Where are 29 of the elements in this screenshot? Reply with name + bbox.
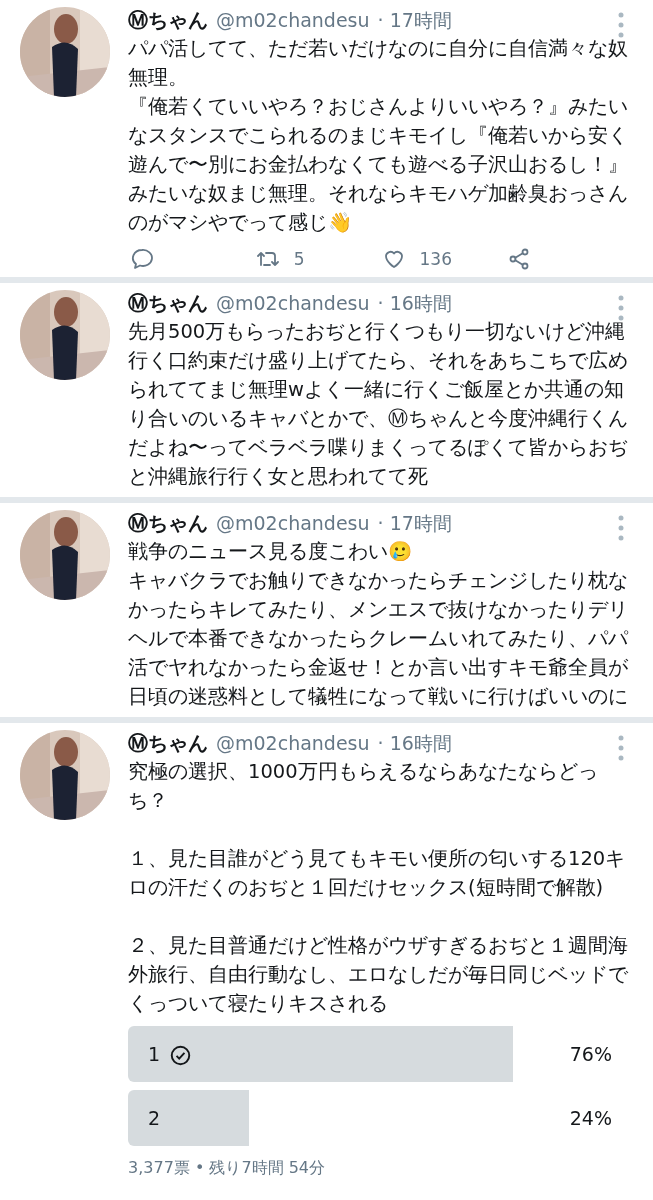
post-time: · 17時間 xyxy=(377,8,452,33)
poll-status: 3,377票 • 残り7時間 54分 xyxy=(128,1158,327,1179)
user-handle: @m02chandesu xyxy=(216,9,370,31)
user-name: Ⓜちゃん xyxy=(128,7,208,34)
tweet-text: １、見た目誰がどう見てもキモい便所の匂いする120キロの汗だくのおぢと１回だけセックス(短時間で解散) xyxy=(128,846,627,901)
retweet-count: 5 xyxy=(293,249,305,269)
tweet-text: 戦争のニュース見る度こわい🥲 xyxy=(128,539,413,565)
user-handle: @m02chandesu xyxy=(216,732,370,754)
like-count: 136 xyxy=(419,249,452,269)
poll-percent: 76% xyxy=(569,1042,612,1067)
user-name: Ⓜちゃん xyxy=(128,510,208,537)
tweet-text: ２、見た目普通だけど性格がウザすぎるおぢと１週間海外旅行、自由行動なし、エロなしだが毎日同じベッドでくっついて寝たりキスされる xyxy=(128,933,628,1017)
tweet-text: 先月500万もらったおぢと行くつもり一切ないけど沖縄行く口約束だけ盛り上げてたら、それをあちこちで広められててまじ無理wよく一緒に行くご飯屋とか共通の知り合いのいるキャバとかで、Ⓜちゃんと今度沖縄行くんだよね〜ってベラベラ喋りまくってるぽくて皆からおぢと沖縄旅行行く女と思われてて死 xyxy=(128,319,628,490)
post-time: · 16時間 xyxy=(377,291,452,316)
tweet-text: パパ活してて、ただ若いだけなのに自分に自信満々な奴無理。 xyxy=(128,36,628,91)
user-name: Ⓜちゃん xyxy=(128,290,208,317)
post-time: · 17時間 xyxy=(377,511,452,536)
poll-option: 1 xyxy=(148,1026,161,1082)
user-handle: @m02chandesu xyxy=(216,292,370,314)
poll-option: 2 xyxy=(148,1090,161,1146)
tweet-text: 究極の選択、1000万円もらえるならあなたならどっち？ xyxy=(128,759,599,814)
tweet-text: 『俺若くていいやろ？おじさんよりいいやろ？』みたいなスタンスでこられるのまじキモイし『俺若いから安く遊んで〜別にお金払わなくても遊べる子沢山おるし！』みたいな奴まじ無理。それならキモハゲ加齢臭おっさんのがマシやでって感じ👋 xyxy=(128,94,628,236)
tweet-text: キャバクラでお触りできなかったらチェンジしたり枕なかったらキレてみたり、メンエスで抜けなかったりデリヘルで本番できなかったらクレームいれてみたり、パパ活でヤれなかったら金返せ！とか言い出すキモ爺全員が日頃の迷惑料として犠牲になって戦いに行けばいいのに xyxy=(128,568,628,710)
user-name: Ⓜちゃん xyxy=(128,730,208,757)
reply-icon[interactable] xyxy=(130,247,154,271)
post-time: · 16時間 xyxy=(377,731,452,756)
check-icon xyxy=(170,1045,191,1066)
user-handle: @m02chandesu xyxy=(216,512,370,534)
poll-percent: 24% xyxy=(569,1106,612,1131)
